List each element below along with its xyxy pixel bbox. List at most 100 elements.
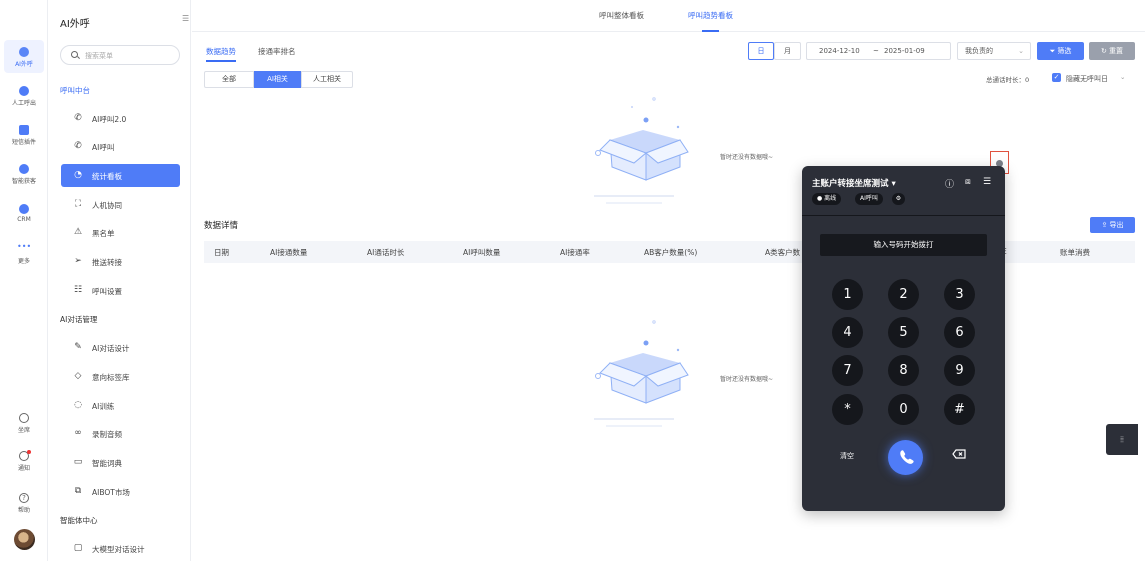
collapse-icon[interactable]: ☰ xyxy=(182,14,190,24)
keypad-key-5[interactable]: 5 xyxy=(888,317,919,348)
rail-item-label: 更多 xyxy=(17,258,30,265)
sidebar-item-call-settings[interactable]: ☷ 呼叫设置 xyxy=(61,279,180,302)
refresh-icon: ↻ xyxy=(1100,47,1110,55)
mode-badge[interactable]: AI呼叫 xyxy=(855,193,883,205)
status-badge[interactable]: ● 离线 xyxy=(812,193,842,205)
date-range-picker[interactable]: 2024-12-10 ~ 2025-01-09 xyxy=(806,42,951,60)
rail-item-acquisition[interactable]: 智能获客 xyxy=(0,164,48,185)
floating-voice-button[interactable]: ⦙⦙ xyxy=(1106,424,1138,455)
rail-item-seat[interactable]: 坐席 xyxy=(0,413,48,434)
phone-icon xyxy=(900,450,914,464)
rail-item-label: 智能获客 xyxy=(11,178,36,185)
chevron-down-icon: ⌄ xyxy=(1018,47,1024,55)
date-start: 2024-12-10 xyxy=(819,47,860,55)
info-icon[interactable]: ⓘ xyxy=(945,177,954,190)
export-button[interactable]: ⇪ 导出 xyxy=(1090,217,1135,233)
minimize-window-icon[interactable]: ⧈ xyxy=(965,177,971,187)
menu-icon[interactable]: ☰ xyxy=(983,177,991,187)
headset-icon xyxy=(19,413,29,423)
tab-trend-board[interactable]: 呼叫趋势看板 xyxy=(688,10,733,32)
pie-chart-icon: ◔ xyxy=(74,170,82,180)
sidebar-item-aibot-market[interactable]: ⧉ AIBOT市场 xyxy=(61,480,180,503)
keypad-key-6[interactable]: 6 xyxy=(944,317,975,348)
edit-icon: ✎ xyxy=(74,342,82,352)
reset-button[interactable]: ↻ 重置 xyxy=(1089,42,1135,60)
rail-item-notice[interactable]: 通知 xyxy=(0,450,48,472)
column-header: 日期 xyxy=(214,248,229,257)
keypad-key-2[interactable]: 2 xyxy=(888,279,919,310)
keypad-key-4[interactable]: 4 xyxy=(832,317,863,348)
rail-item-ai-call[interactable]: AI外呼 xyxy=(4,40,44,73)
sidebar-item-ai-call[interactable]: ✆ AI呼叫 xyxy=(61,135,180,158)
settings-icon[interactable]: ⚙ xyxy=(892,193,905,205)
sidebar-item-dashboard[interactable]: ◔ 统计看板 xyxy=(61,164,180,187)
tab-overall-board[interactable]: 呼叫整体看板 xyxy=(599,10,644,21)
segment-all[interactable]: 全部 xyxy=(204,71,254,88)
sidebar-item-ai-call-2[interactable]: ✆ AI呼叫2.0 xyxy=(61,107,180,130)
total-duration: 总通话时长：0 xyxy=(986,76,1030,84)
rail-item-help[interactable]: ? 帮助 xyxy=(0,493,48,514)
tab-connect-ranking[interactable]: 接通率排名 xyxy=(258,46,296,57)
keypad-key-3[interactable]: 3 xyxy=(944,279,975,310)
sidebar-item-push-transfer[interactable]: ➢ 推送转接 xyxy=(61,250,180,273)
phone-number-input[interactable]: 输入号码开始拨打 xyxy=(820,234,987,256)
sidebar-item-collab[interactable]: ⛶ 人机协同 xyxy=(61,193,180,216)
hide-no-call-checkbox[interactable]: ✓ xyxy=(1052,73,1061,82)
keypad-key-9[interactable]: 9 xyxy=(944,355,975,386)
book-icon: ▭ xyxy=(73,457,83,467)
clear-button[interactable]: 清空 xyxy=(840,451,854,461)
rail-item-more[interactable]: ••• 更多 xyxy=(0,243,48,266)
sidebar-item-blacklist[interactable]: ⚠ 黑名单 xyxy=(61,221,180,244)
phone-icon: ✆ xyxy=(74,141,82,151)
avatar[interactable] xyxy=(14,529,35,550)
backspace-icon[interactable] xyxy=(952,449,966,461)
sidebar-item-dialog-design[interactable]: ✎ AI对话设计 xyxy=(61,336,180,359)
sidebar-item-label: 智能词典 xyxy=(92,459,122,468)
keypad-key-star[interactable]: * xyxy=(832,394,863,425)
sidebar-item-intent-tags[interactable]: ◇ 意向标签库 xyxy=(61,365,180,388)
rail-item-manual-call[interactable]: 人工呼出 xyxy=(0,86,48,107)
filter-button[interactable]: ⏷ 筛选 xyxy=(1037,42,1084,60)
sidebar-item-ai-training[interactable]: ◌ AI训练 xyxy=(61,394,180,417)
segment-manual[interactable]: 人工相关 xyxy=(301,71,353,88)
empty-state-text: 暂时还没有数据哦~ xyxy=(720,376,774,383)
menu-search-input[interactable]: 搜索菜单 xyxy=(60,45,180,65)
sidebar-item-label: 人机协同 xyxy=(92,201,122,210)
sidebar-menu: AI外呼 ☰ 搜索菜单 呼叫中台 ✆ AI呼叫2.0 ✆ AI呼叫 ◔ 统计看板… xyxy=(48,0,191,561)
send-icon: ➢ xyxy=(74,256,82,266)
sidebar-item-label: AI呼叫2.0 xyxy=(92,115,127,124)
search-placeholder: 搜索菜单 xyxy=(85,52,113,60)
date-separator: ~ xyxy=(873,47,879,55)
tab-data-trend[interactable]: 数据趋势 xyxy=(206,46,236,62)
keypad-key-7[interactable]: 7 xyxy=(832,355,863,386)
segment-ai[interactable]: AI相关 xyxy=(254,71,301,88)
column-header: A类客户数 xyxy=(765,248,801,257)
empty-box-illustration xyxy=(594,97,689,204)
status-badge-label: 离线 xyxy=(824,195,837,202)
sidebar-item-label: 意向标签库 xyxy=(92,373,130,382)
sidebar-item-dictionary[interactable]: ▭ 智能词典 xyxy=(61,451,180,474)
crm-icon xyxy=(19,204,29,214)
rail-item-sms[interactable]: 短信插件 xyxy=(0,125,48,146)
notice-dot xyxy=(27,450,31,454)
hide-no-call-label: 隐藏无呼叫日 xyxy=(1066,75,1108,83)
keypad-key-hash[interactable]: # xyxy=(944,394,975,425)
sidebar-item-label: 黑名单 xyxy=(92,229,115,238)
chevron-down-icon[interactable]: ⌄ xyxy=(1120,73,1125,81)
rail-item-crm[interactable]: CRM xyxy=(0,204,48,223)
rail-item-label: 通知 xyxy=(17,465,30,472)
sidebar-item-label: 录制音频 xyxy=(92,430,122,439)
keypad-key-1[interactable]: 1 xyxy=(832,279,863,310)
keypad-key-0[interactable]: 0 xyxy=(888,394,919,425)
call-button[interactable] xyxy=(888,440,923,475)
owner-select[interactable]: 我负责的 ⌄ xyxy=(957,42,1031,60)
day-toggle[interactable]: 日 xyxy=(748,42,774,60)
month-toggle[interactable]: 月 xyxy=(774,42,801,60)
sidebar-group-call-center: 呼叫中台 xyxy=(60,86,90,95)
keypad-key-8[interactable]: 8 xyxy=(888,355,919,386)
search-icon xyxy=(71,51,78,58)
phone-call-icon: ✆ xyxy=(74,113,82,123)
dialer-title[interactable]: 主账户转接坐席测试 ▾ xyxy=(812,177,896,189)
sidebar-item-llm-dialog[interactable]: ▢ 大模型对话设计 xyxy=(61,537,180,560)
sidebar-item-audio[interactable]: ∞ 录制音频 xyxy=(61,422,180,445)
